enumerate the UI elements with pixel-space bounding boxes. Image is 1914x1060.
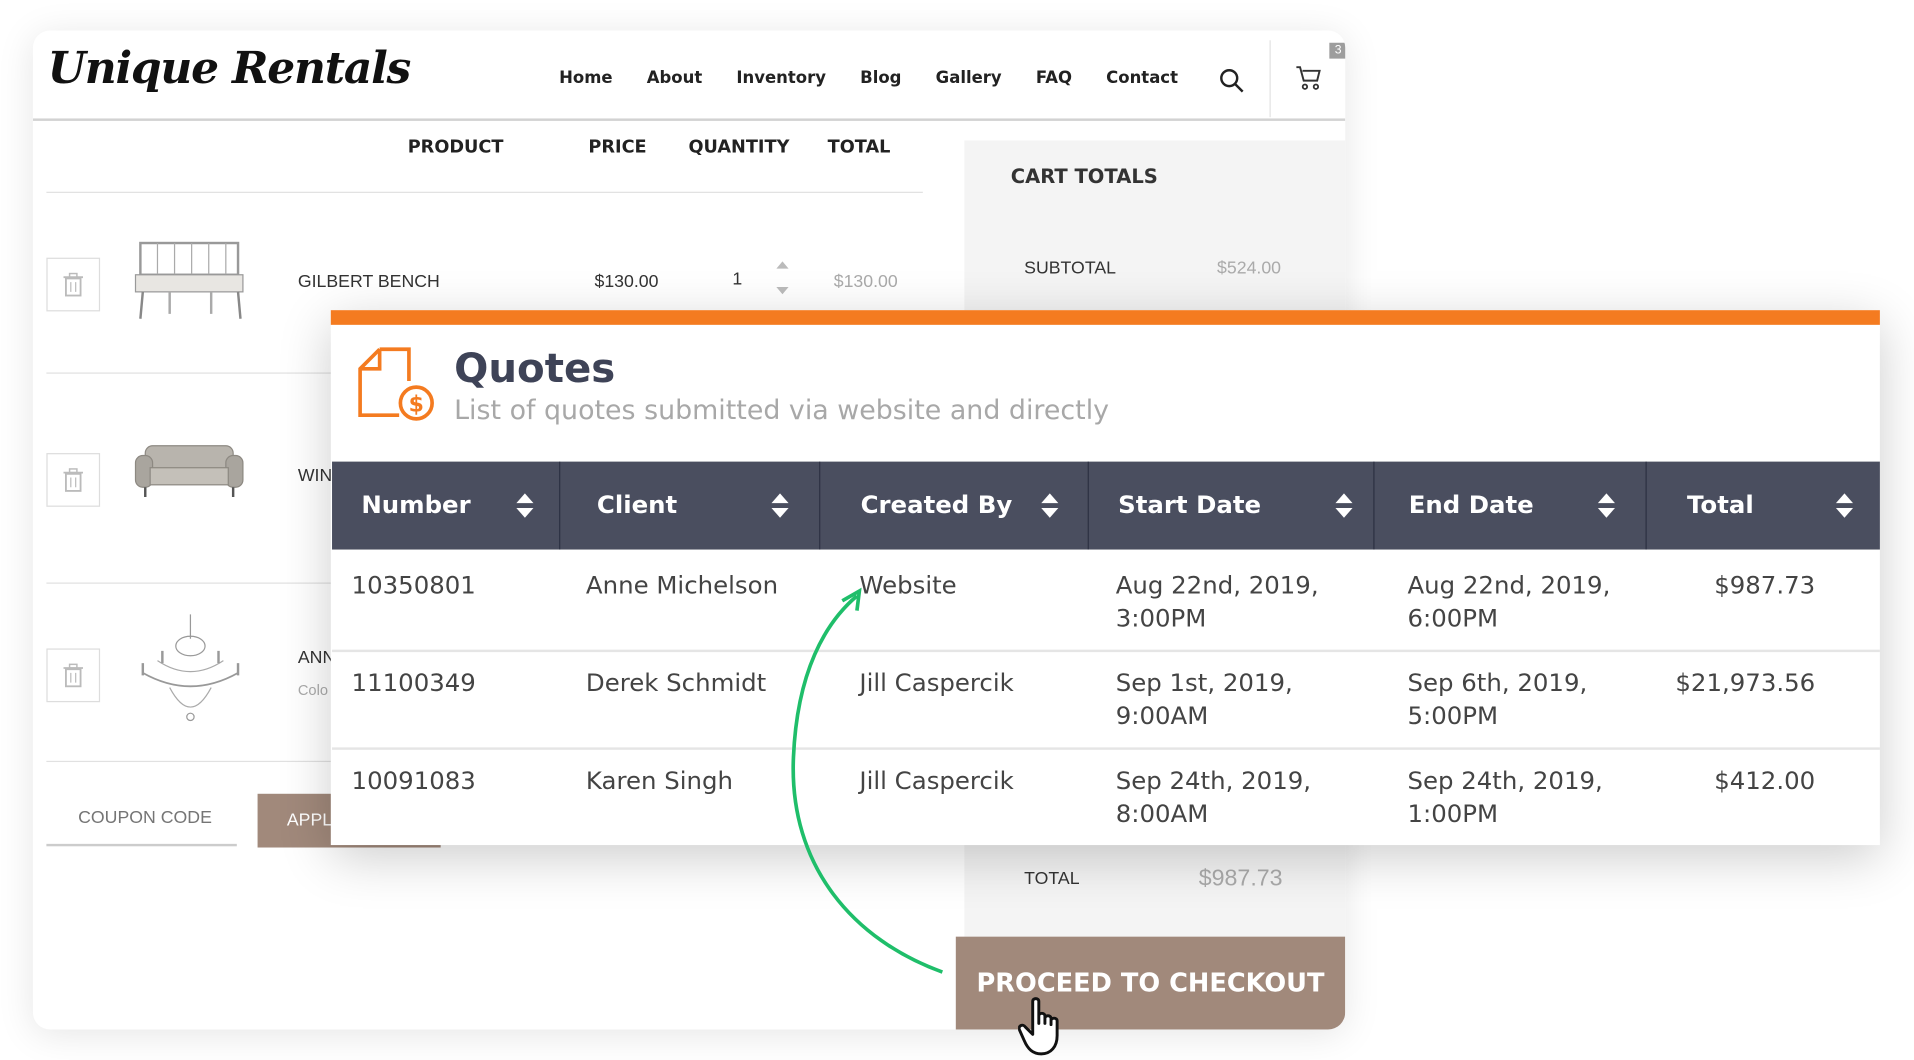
product-name[interactable]: WIN: [298, 466, 332, 486]
product-name[interactable]: ANN: [298, 648, 335, 668]
quotes-title: Quotes: [454, 344, 616, 393]
product-name[interactable]: GILBERT BENCH: [298, 272, 440, 292]
sort-by-number[interactable]: Number: [332, 462, 559, 550]
column-created-by: Created By: [860, 489, 1013, 520]
column-total: Total: [1687, 489, 1754, 520]
trash-icon: [63, 663, 84, 688]
sort-icon: [1335, 493, 1353, 518]
quote-client: Karen Singh: [585, 765, 733, 796]
hand-pointer-icon: [1018, 997, 1059, 1056]
curved-arrow-icon: [791, 587, 944, 974]
total-value: $987.73: [1198, 865, 1283, 892]
quote-number: 10091083: [351, 765, 476, 796]
quote-end-time: 6:00PM: [1407, 603, 1499, 633]
quote-end-date: Sep 6th, 2019,: [1407, 667, 1588, 698]
sort-icon: [1041, 493, 1059, 518]
quote-row[interactable]: 10350801 Anne Michelson Website Aug 22nd…: [332, 552, 1880, 653]
search-icon[interactable]: [1218, 67, 1245, 94]
remove-item-button[interactable]: [46, 257, 101, 312]
chandelier-image[interactable]: [133, 614, 248, 724]
quote-start-time: 8:00AM: [1115, 798, 1209, 828]
column-price: PRICE: [588, 137, 647, 158]
sort-by-created-by[interactable]: Created By: [819, 461, 1088, 550]
accent-bar: [330, 310, 1880, 325]
remove-item-button[interactable]: [46, 648, 101, 703]
nav-home[interactable]: Home: [559, 68, 612, 88]
column-total: TOTAL: [827, 137, 891, 158]
quotes-panel: $ Quotes List of quotes submitted via we…: [330, 310, 1880, 846]
sort-by-end-date[interactable]: End Date: [1373, 461, 1645, 550]
coupon-code-input[interactable]: [46, 792, 237, 847]
quote-total: $412.00: [1714, 765, 1816, 796]
site-logo[interactable]: Unique Rentals: [48, 43, 412, 94]
quote-total: $21,973.56: [1675, 667, 1816, 698]
quote-start-date: Sep 1st, 2019,: [1115, 667, 1293, 698]
quote-client: Derek Schmidt: [585, 667, 767, 698]
nav-faq[interactable]: FAQ: [1036, 68, 1072, 88]
product-option: Colo: [297, 681, 328, 699]
cart-count-badge: 3: [1329, 42, 1346, 59]
nav-blog[interactable]: Blog: [860, 68, 901, 88]
trash-icon: [63, 272, 84, 297]
column-start-date: Start Date: [1118, 489, 1262, 520]
svg-text:$: $: [409, 393, 424, 418]
quantity-decrement[interactable]: [776, 286, 789, 295]
sort-by-start-date[interactable]: Start Date: [1087, 461, 1374, 550]
quantity-value[interactable]: 1: [732, 270, 742, 290]
sort-icon: [1597, 493, 1615, 518]
nav-gallery[interactable]: Gallery: [936, 68, 1002, 88]
trash-icon: [63, 468, 84, 492]
proceed-to-checkout-button[interactable]: PROCEED TO CHECKOUT: [955, 936, 1346, 1030]
quote-row[interactable]: 11100349 Derek Schmidt Jill Caspercik Se…: [332, 650, 1880, 750]
quote-number: 11100349: [351, 667, 476, 698]
subtotal-value: $524.00: [1217, 258, 1282, 279]
quotes-table-header: Number Client Created By Start Date End …: [332, 461, 1880, 550]
quote-end-time: 1:00PM: [1407, 798, 1499, 828]
site-header: Unique Rentals Home About Inventory Blog…: [32, 31, 1346, 121]
subtotal-label: SUBTOTAL: [1024, 258, 1116, 279]
cart-button[interactable]: 3: [1269, 40, 1346, 118]
quote-end-date: Sep 24th, 2019,: [1407, 765, 1603, 796]
divider: [46, 191, 923, 193]
sofa-image[interactable]: [133, 441, 245, 502]
sort-by-client[interactable]: Client: [559, 461, 819, 550]
sort-icon: [1835, 493, 1854, 518]
quantity-increment[interactable]: [776, 261, 789, 269]
quote-number: 10350801: [351, 570, 476, 600]
quote-start-time: 3:00PM: [1115, 603, 1207, 633]
column-product: PRODUCT: [407, 137, 504, 158]
remove-item-button[interactable]: [46, 453, 101, 507]
quote-end-time: 5:00PM: [1407, 700, 1499, 731]
sort-icon: [771, 493, 789, 518]
column-quantity: QUANTITY: [688, 137, 790, 158]
quote-document-icon: $: [358, 347, 434, 421]
quote-total: $987.73: [1714, 570, 1816, 600]
column-end-date: End Date: [1408, 489, 1534, 520]
cart-icon: [1296, 66, 1321, 90]
quote-end-date: Aug 22nd, 2019,: [1407, 570, 1611, 600]
quote-start-date: Aug 22nd, 2019,: [1115, 570, 1319, 600]
nav-about[interactable]: About: [647, 68, 702, 88]
nav-contact[interactable]: Contact: [1106, 68, 1178, 88]
sort-icon: [516, 493, 534, 518]
product-price: $130.00: [594, 272, 659, 292]
nav-inventory[interactable]: Inventory: [736, 68, 826, 88]
total-label: TOTAL: [1024, 869, 1080, 890]
quotes-subtitle: List of quotes submitted via website and…: [454, 395, 1110, 427]
quote-client: Anne Michelson: [585, 570, 779, 600]
sort-by-total[interactable]: Total: [1645, 461, 1880, 550]
cart-totals-title: CART TOTALS: [1010, 164, 1158, 189]
column-number: Number: [361, 489, 471, 520]
main-nav: Home About Inventory Blog Gallery FAQ Co…: [559, 68, 1212, 88]
quote-start-time: 9:00AM: [1115, 700, 1209, 731]
quote-start-date: Sep 24th, 2019,: [1115, 765, 1312, 796]
quote-row[interactable]: 10091083 Karen Singh Jill Caspercik Sep …: [332, 747, 1880, 845]
line-total: $130.00: [833, 272, 898, 292]
column-client: Client: [596, 489, 678, 520]
bench-image[interactable]: [133, 233, 250, 323]
